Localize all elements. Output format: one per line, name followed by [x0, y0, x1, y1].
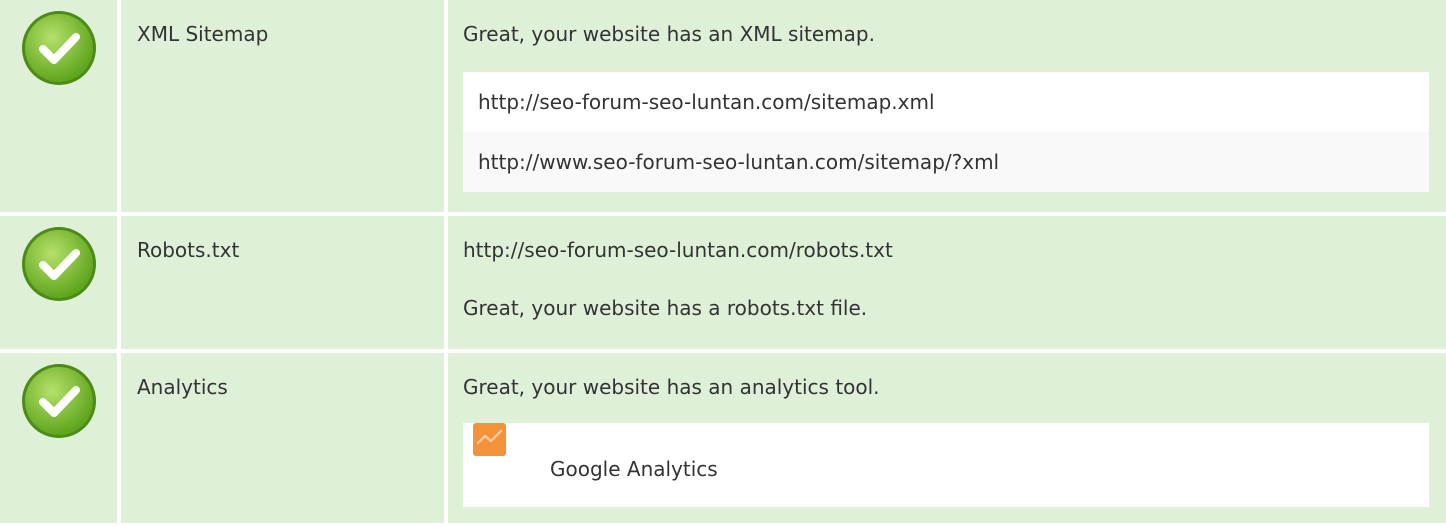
- status-cell: [0, 216, 117, 349]
- result-detail-cell: http://seo-forum-seo-luntan.com/robots.t…: [448, 216, 1446, 349]
- sitemap-url[interactable]: http://www.seo-forum-seo-luntan.com/site…: [463, 132, 1429, 192]
- analytics-tool-label: Google Analytics: [550, 457, 718, 481]
- result-row-analytics: Analytics Great, your website has an ana…: [0, 353, 1446, 523]
- sitemap-list: http://seo-forum-seo-luntan.com/sitemap.…: [463, 72, 1429, 192]
- result-name-cell: Robots.txt: [121, 216, 444, 349]
- status-cell: [0, 0, 117, 212]
- result-message: Great, your website has a robots.txt fil…: [463, 296, 868, 320]
- check-circle-icon: [22, 227, 96, 301]
- result-detail-cell: Great, your website has an analytics too…: [448, 353, 1446, 523]
- result-name: XML Sitemap: [137, 22, 269, 46]
- result-row-robots-txt: Robots.txt http://seo-forum-seo-luntan.c…: [0, 216, 1446, 349]
- robots-url[interactable]: http://seo-forum-seo-luntan.com/robots.t…: [463, 234, 1429, 266]
- status-cell: [0, 353, 117, 523]
- result-row-xml-sitemap: XML Sitemap Great, your website has an X…: [0, 0, 1446, 212]
- analytics-tool-item: Google Analytics: [463, 423, 1429, 507]
- result-name-cell: XML Sitemap: [121, 0, 444, 212]
- check-circle-icon: [22, 364, 96, 438]
- seo-results-table: XML Sitemap Great, your website has an X…: [0, 0, 1446, 523]
- result-name: Robots.txt: [137, 238, 240, 262]
- result-detail-cell: Great, your website has an XML sitemap. …: [448, 0, 1446, 212]
- result-message: Great, your website has an analytics too…: [463, 375, 880, 399]
- sitemap-url[interactable]: http://seo-forum-seo-luntan.com/sitemap.…: [463, 72, 1429, 132]
- result-name: Analytics: [137, 375, 228, 399]
- result-name-cell: Analytics: [121, 353, 444, 523]
- check-circle-icon: [22, 11, 96, 85]
- result-message: Great, your website has an XML sitemap.: [463, 22, 875, 46]
- google-analytics-icon: [473, 423, 506, 456]
